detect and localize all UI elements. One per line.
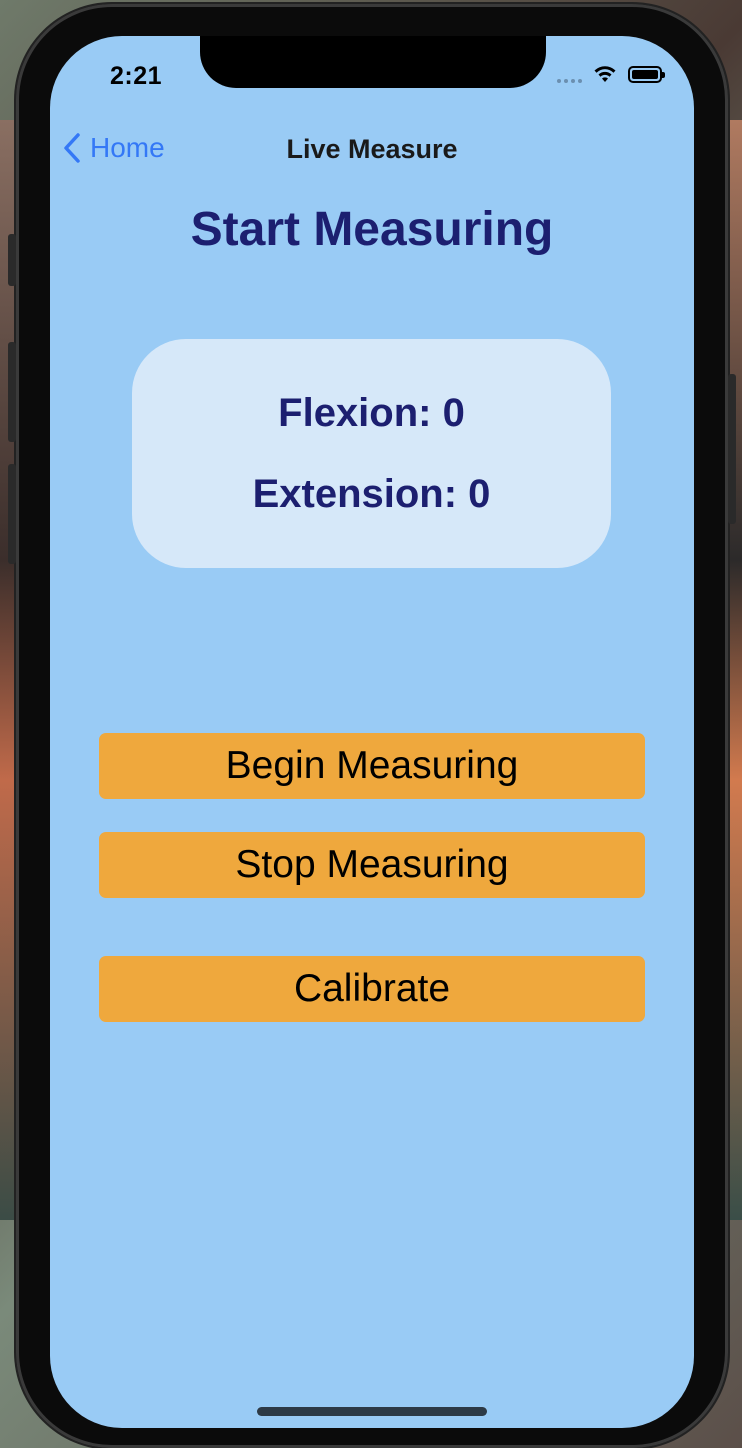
stop-measuring-button[interactable]: Stop Measuring bbox=[99, 832, 645, 898]
nav-title: Live Measure bbox=[286, 134, 458, 164]
app-screen: 2:21 Home Live Measure Start Measuring F… bbox=[50, 36, 694, 1428]
volume-down-button bbox=[8, 464, 16, 564]
notch bbox=[200, 36, 546, 88]
wallpaper-right bbox=[726, 120, 742, 1220]
status-icons bbox=[557, 64, 665, 84]
extension-readout: Extension: 0 bbox=[252, 472, 491, 516]
silent-switch bbox=[8, 234, 16, 286]
wifi-icon bbox=[594, 66, 616, 82]
power-button bbox=[728, 374, 736, 524]
readout-card: Flexion: 0 Extension: 0 bbox=[132, 339, 611, 568]
home-indicator[interactable] bbox=[257, 1407, 487, 1416]
begin-measuring-button[interactable]: Begin Measuring bbox=[99, 733, 645, 799]
battery-icon bbox=[628, 65, 665, 83]
calibrate-button[interactable]: Calibrate bbox=[99, 956, 645, 1022]
volume-up-button bbox=[8, 342, 16, 442]
cellular-signal-icon bbox=[557, 65, 582, 83]
flexion-readout: Flexion: 0 bbox=[278, 391, 465, 435]
page-title: Start Measuring bbox=[190, 203, 554, 256]
status-time: 2:21 bbox=[110, 62, 163, 90]
